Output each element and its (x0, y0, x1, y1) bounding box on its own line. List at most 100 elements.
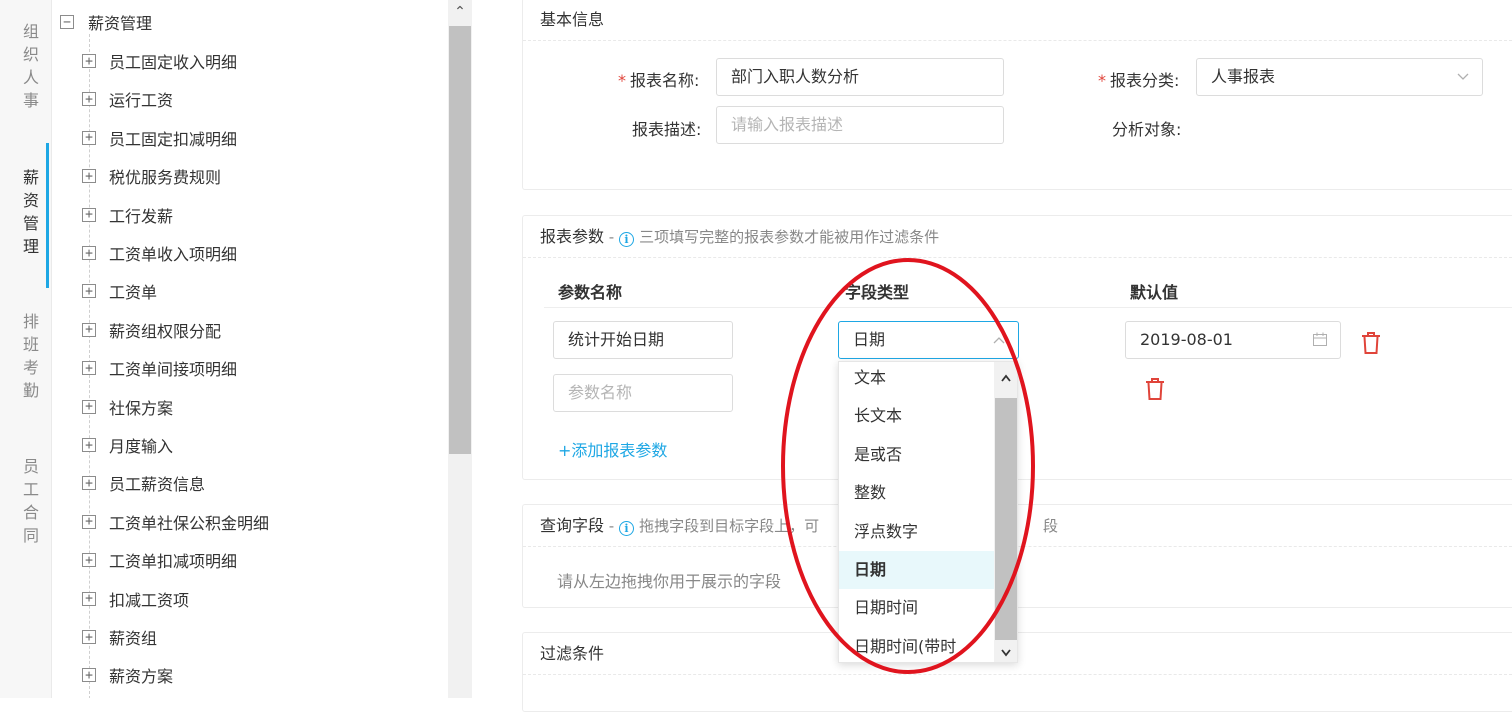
expand-icon[interactable]: + (82, 630, 96, 644)
delete-row-trash-icon[interactable] (1360, 331, 1382, 355)
expand-icon[interactable]: + (82, 553, 96, 568)
dropdown-option[interactable]: 是或否 (839, 436, 994, 474)
scrollbar-thumb[interactable] (449, 26, 471, 454)
tree-item-label: 税优服务费规则 (109, 168, 222, 188)
params-header: 报表参数 - i 三项填写完整的报表参数才能被用作过滤条件 (523, 216, 1512, 258)
module-rail: 组 织 人 事 薪 资 管 理 排 班 考 勤 员 工 合 同 (0, 0, 52, 698)
expand-icon[interactable]: + (82, 514, 96, 529)
expand-icon[interactable]: + (82, 207, 96, 222)
tree-item-label: 工资单间接项明细 (109, 360, 238, 380)
tree-item[interactable]: + 员工固定扣减明细 (82, 126, 237, 150)
default-date-input[interactable]: 2019-08-01 (1125, 321, 1341, 359)
tree-panel: − 薪资管理 + 员工固定收入明细 + 运行工资 + 员工固定扣减明细 + 税优服务费规则 + 工… (52, 0, 472, 698)
col-header-default: 默认值 (1130, 283, 1179, 302)
tree-item-label: 工资单社保公积金明细 (109, 513, 270, 533)
rail-item-org-hr[interactable]: 组 织 人 事 (14, 20, 48, 112)
delete-row-trash-icon[interactable] (1144, 377, 1166, 401)
field-type-select[interactable]: 日期 (838, 321, 1019, 359)
tree-item[interactable]: + 员工固定收入明细 (82, 49, 237, 73)
tree-item[interactable]: + 社保方案 (82, 395, 173, 419)
expand-icon[interactable]: + (82, 54, 96, 68)
report-name-input[interactable]: 部门入职人数分析 (716, 58, 1004, 96)
expand-icon[interactable]: + (82, 476, 96, 491)
report-category-value: 人事报表 (1211, 67, 1276, 86)
tree-item-label: 员工固定扣减明细 (109, 129, 238, 149)
chevron-up-icon[interactable] (994, 368, 1017, 388)
dropdown-option[interactable]: 浮点数字 (839, 513, 994, 551)
field-type-dropdown[interactable]: 文本 长文本 是或否 整数 浮点数字 日期 日期时间 日期时间(带时 (838, 361, 1018, 663)
tree-item[interactable]: + 薪资组权限分配 (82, 318, 221, 342)
chevron-down-icon[interactable] (994, 642, 1017, 662)
report-category-select[interactable]: 人事报表 (1196, 58, 1483, 96)
tree-item-label: 工资单扣减项明细 (109, 552, 238, 572)
tree-item[interactable]: + 薪资组 (82, 625, 157, 649)
field-type-value: 日期 (853, 330, 886, 349)
dropdown-option[interactable]: 长文本 (839, 397, 994, 435)
tree-scrollbar[interactable]: ⌃ (448, 0, 472, 698)
tree-item-label: 薪资方案 (109, 667, 174, 687)
rail-item-payroll[interactable]: 薪 资 管 理 (14, 166, 48, 258)
tree-item-label: 社保方案 (109, 398, 174, 418)
report-desc-input[interactable]: 请输入报表描述 (716, 106, 1004, 144)
tree-item[interactable]: + 工资单间接项明细 (82, 356, 237, 380)
dropdown-option[interactable]: 整数 (839, 474, 994, 512)
dropdown-option[interactable]: 日期 (839, 551, 994, 589)
rail-active-indicator (46, 143, 49, 288)
query-hint: 拖拽字段到目标字段上，可 (639, 517, 820, 535)
section-title: 报表参数 (540, 227, 605, 246)
expand-icon[interactable]: + (82, 246, 96, 260)
expand-icon[interactable]: + (82, 130, 96, 145)
tree-item[interactable]: + 运行工资 (82, 87, 173, 111)
params-hint: 三项填写完整的报表参数才能被用作过滤条件 (639, 228, 940, 246)
expand-icon[interactable]: + (82, 169, 96, 184)
rail-item-scheduling[interactable]: 排 班 考 勤 (14, 310, 48, 402)
tree-item[interactable]: + 工资单扣减项明细 (82, 548, 237, 572)
expand-icon[interactable]: + (82, 92, 96, 107)
expand-icon[interactable]: + (82, 668, 96, 683)
tree-item-label: 工行发薪 (109, 206, 174, 226)
analysis-target-label: 分析对象: (1112, 120, 1182, 139)
dropdown-option[interactable]: 文本 (839, 362, 994, 397)
expand-icon[interactable]: + (82, 399, 96, 414)
tree-item-label: 运行工资 (109, 91, 174, 111)
calendar-icon[interactable] (1312, 322, 1328, 358)
tree-item[interactable]: + 工行发薪 (82, 203, 173, 227)
col-header-param-name: 参数名称 (558, 283, 623, 302)
info-icon: i (618, 521, 634, 536)
tree-item[interactable]: + 员工薪资信息 (82, 471, 205, 495)
tree-item[interactable]: + 工资单收入项明细 (82, 241, 237, 265)
expand-icon[interactable]: + (82, 284, 96, 299)
tree-item[interactable]: + 税优服务费规则 (82, 164, 221, 188)
tree-item[interactable]: + 扣减工资项 (82, 587, 189, 611)
tree-root[interactable]: − 薪资管理 (60, 10, 152, 34)
collapse-icon[interactable]: − (60, 15, 74, 29)
param-name-input[interactable]: 统计开始日期 (553, 321, 733, 359)
tree-item[interactable]: + 工资单社保公积金明细 (82, 510, 269, 534)
tree-item[interactable]: + 工资单 (82, 279, 157, 303)
expand-icon[interactable]: + (82, 322, 96, 337)
tree-item-label: 员工薪资信息 (109, 475, 206, 495)
tree-item-label: 扣减工资项 (109, 590, 190, 610)
tree-item[interactable]: + 月度输入 (82, 433, 173, 457)
dropdown-option[interactable]: 日期时间(带时 (839, 628, 994, 662)
query-empty-hint: 请从左边拖拽你用于展示的字段 (557, 572, 782, 591)
section-title: 查询字段 (540, 516, 605, 535)
expand-icon[interactable]: + (82, 591, 96, 606)
divider (544, 307, 1512, 308)
add-report-param-link[interactable]: +添加报表参数 (558, 437, 667, 461)
dropdown-option[interactable]: 日期时间 (839, 589, 994, 627)
rail-item-contract[interactable]: 员 工 合 同 (14, 455, 48, 547)
query-hint-tail: 段 (1043, 517, 1059, 535)
tree-item-label: 薪资组权限分配 (109, 321, 222, 341)
tree-item[interactable]: + 薪资方案 (82, 663, 173, 687)
tree-item-label: 月度输入 (109, 437, 174, 456)
chevron-up-icon (992, 322, 1006, 358)
param-name-input[interactable]: 参数名称 (553, 374, 733, 412)
dropdown-scrollbar[interactable] (994, 362, 1017, 662)
tree-item-label: 员工固定收入明细 (109, 53, 238, 72)
expand-icon[interactable]: + (82, 361, 96, 376)
scrollbar-thumb[interactable] (995, 398, 1017, 640)
scroll-up-icon[interactable]: ⌃ (448, 0, 472, 24)
required-mark: * (618, 71, 626, 90)
expand-icon[interactable]: + (82, 438, 96, 452)
